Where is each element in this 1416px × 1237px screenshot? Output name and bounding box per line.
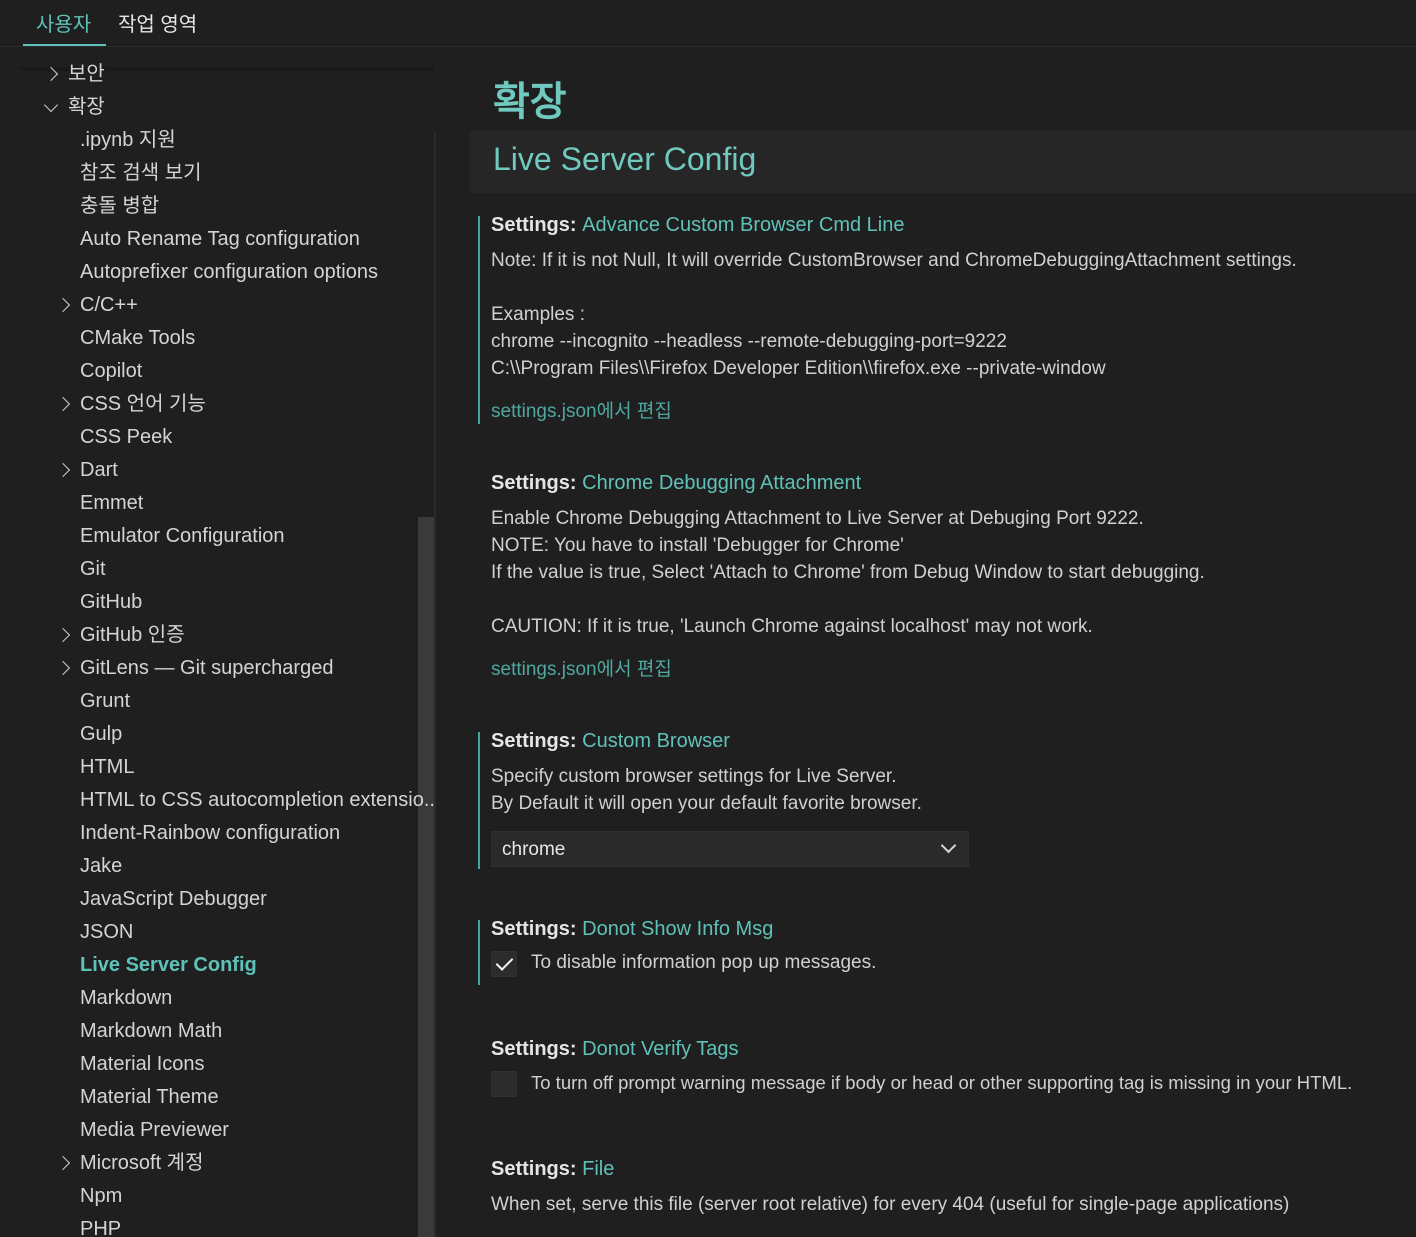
- checkbox-label: To disable information pop up messages.: [531, 952, 877, 973]
- toc-item-emmet[interactable]: Emmet: [80, 487, 143, 519]
- edit-in-settings-json-link[interactable]: settings.json에서 편집: [491, 396, 672, 423]
- setting-description: Specify custom browser settings for Live…: [491, 766, 922, 814]
- toc-item-충돌-병합[interactable]: 충돌 병합: [80, 190, 159, 222]
- chevron-right-icon[interactable]: [55, 396, 71, 412]
- toc-item-php[interactable]: PHP: [80, 1213, 121, 1237]
- setting-name: Chrome Debugging Attachment: [582, 472, 862, 494]
- toc-item-gitlens-git-supercharged[interactable]: GitLens — Git supercharged: [80, 652, 333, 684]
- chevron-down-icon[interactable]: [43, 97, 59, 113]
- toc-item-ipynb-지원[interactable]: .ipynb 지원: [80, 124, 176, 156]
- chevron-right-icon[interactable]: [55, 297, 71, 313]
- focus-indicator: [478, 216, 480, 424]
- toc-item-확장[interactable]: 확장: [68, 91, 105, 123]
- setting-title: Settings: File: [491, 1158, 614, 1181]
- toc-item-html-to-css-autocompletion-extensio[interactable]: HTML to CSS autocompletion extensio...: [80, 784, 436, 816]
- setting-title: Settings: Donot Show Info Msg: [491, 918, 773, 941]
- toc-item-npm[interactable]: Npm: [80, 1180, 122, 1212]
- toc-item-gulp[interactable]: Gulp: [80, 718, 122, 750]
- toc-item-css-언어-기능[interactable]: CSS 언어 기능: [80, 388, 206, 420]
- settings-editor: 확장 Live Server Config Settings: Advance …: [436, 47, 1416, 1237]
- chevron-right-icon[interactable]: [55, 1155, 71, 1171]
- setting-name: Custom Browser: [582, 730, 730, 752]
- toc-item-c-c[interactable]: C/C++: [80, 289, 138, 321]
- toc-item-참조-검색-보기[interactable]: 참조 검색 보기: [80, 157, 202, 189]
- toc-item-css-peek[interactable]: CSS Peek: [80, 421, 172, 453]
- toc-item-grunt[interactable]: Grunt: [80, 685, 130, 717]
- setting-custom-browser: Settings: Custom Browser Specify custom …: [478, 730, 1416, 869]
- setting-category: Settings:: [491, 1038, 583, 1060]
- setting-category: Settings:: [491, 472, 583, 494]
- setting-chrome-debugging-attachment: Settings: Chrome Debugging Attachment En…: [478, 472, 1416, 684]
- settings-toc: 보안 확장 .ipynb 지원 참조 검색 보기 충돌 병합 Auto Rename Ta…: [0, 47, 436, 1237]
- toc-item-cmake-tools[interactable]: CMake Tools: [80, 322, 195, 354]
- edit-in-settings-json-link[interactable]: settings.json에서 편집: [491, 654, 672, 681]
- toc-item-copilot[interactable]: Copilot: [80, 355, 142, 387]
- toc-item-dart[interactable]: Dart: [80, 454, 118, 486]
- focus-indicator: [478, 732, 480, 869]
- toc-item-material-icons[interactable]: Material Icons: [80, 1048, 205, 1080]
- setting-description: When set, serve this file (server root r…: [491, 1194, 1290, 1215]
- toc-item-material-theme[interactable]: Material Theme: [80, 1081, 219, 1113]
- setting-title: Settings: Advance Custom Browser Cmd Lin…: [491, 214, 904, 237]
- toc-item-json[interactable]: JSON: [80, 916, 133, 948]
- setting-name: Donot Verify Tags: [582, 1038, 739, 1060]
- toc-item-html[interactable]: HTML: [80, 751, 134, 783]
- toc-item-markdown-math[interactable]: Markdown Math: [80, 1015, 222, 1047]
- check-icon: [495, 953, 514, 971]
- toc-item-live-server-config[interactable]: Live Server Config: [80, 949, 257, 981]
- setting-name: Donot Show Info Msg: [582, 918, 774, 940]
- toc-item-microsoft-계정[interactable]: Microsoft 계정: [80, 1147, 203, 1179]
- donot-verify-tags-checkbox[interactable]: [491, 1071, 517, 1097]
- chevron-right-icon[interactable]: [55, 462, 71, 478]
- section-title: Live Server Config: [493, 141, 757, 177]
- toc-item-indent-rainbow-configuration[interactable]: Indent-Rainbow configuration: [80, 817, 340, 849]
- active-tab-indicator: [23, 44, 106, 46]
- toc-item-auto-rename-tag-configuration[interactable]: Auto Rename Tag configuration: [80, 223, 360, 255]
- toc-item-markdown[interactable]: Markdown: [80, 982, 172, 1014]
- setting-description: Enable Chrome Debugging Attachment to Li…: [491, 508, 1205, 637]
- setting-category: Settings:: [491, 918, 583, 940]
- setting-title: Settings: Custom Browser: [491, 730, 730, 753]
- toc-scrollbar[interactable]: [418, 517, 434, 1237]
- setting-title: Settings: Chrome Debugging Attachment: [491, 472, 861, 495]
- chevron-right-icon[interactable]: [55, 660, 71, 676]
- setting-file: Settings: File When set, serve this file…: [478, 1158, 1416, 1237]
- setting-description: Note: If it is not Null, It will overrid…: [491, 250, 1297, 379]
- toc-item-javascript-debugger[interactable]: JavaScript Debugger: [80, 883, 267, 915]
- focus-indicator: [478, 920, 480, 985]
- tab-user[interactable]: 사용자: [36, 8, 91, 37]
- toc-item-github-인증[interactable]: GitHub 인증: [80, 619, 185, 651]
- chevron-down-icon: [940, 837, 957, 854]
- toc-item-git[interactable]: Git: [80, 553, 106, 585]
- setting-advance-custom-browser-cmd-line: Settings: Advance Custom Browser Cmd Lin…: [478, 214, 1416, 424]
- toc-item-emulator-configuration[interactable]: Emulator Configuration: [80, 520, 285, 552]
- custom-browser-select[interactable]: chrome: [491, 831, 969, 867]
- select-value: chrome: [502, 839, 566, 860]
- settings-scope-tabs: 사용자 작업 영역: [0, 0, 1416, 47]
- toc-item-jake[interactable]: Jake: [80, 850, 122, 882]
- setting-donot-show-info-msg: Settings: Donot Show Info Msg To disable…: [478, 918, 1416, 985]
- editor-scrollbar[interactable]: [1398, 190, 1416, 1237]
- setting-category: Settings:: [491, 730, 583, 752]
- tab-workspace[interactable]: 작업 영역: [118, 8, 197, 37]
- setting-name: Advance Custom Browser Cmd Line: [582, 214, 905, 236]
- toc-item-media-previewer[interactable]: Media Previewer: [80, 1114, 229, 1146]
- page-title: 확장: [493, 80, 567, 124]
- toc-item-github[interactable]: GitHub: [80, 586, 142, 618]
- setting-category: Settings:: [491, 214, 583, 236]
- setting-category: Settings:: [491, 1158, 583, 1180]
- checkbox-label: To turn off prompt warning message if bo…: [531, 1072, 1353, 1093]
- toc-item-보안[interactable]: 보안: [68, 58, 105, 90]
- donot-show-info-msg-checkbox[interactable]: [491, 951, 517, 977]
- setting-name: File: [582, 1158, 615, 1180]
- setting-title: Settings: Donot Verify Tags: [491, 1038, 739, 1061]
- setting-donot-verify-tags: Settings: Donot Verify Tags To turn off …: [478, 1038, 1416, 1100]
- chevron-right-icon[interactable]: [55, 627, 71, 643]
- toc-item-autoprefixer-configuration-options[interactable]: Autoprefixer configuration options: [80, 256, 378, 288]
